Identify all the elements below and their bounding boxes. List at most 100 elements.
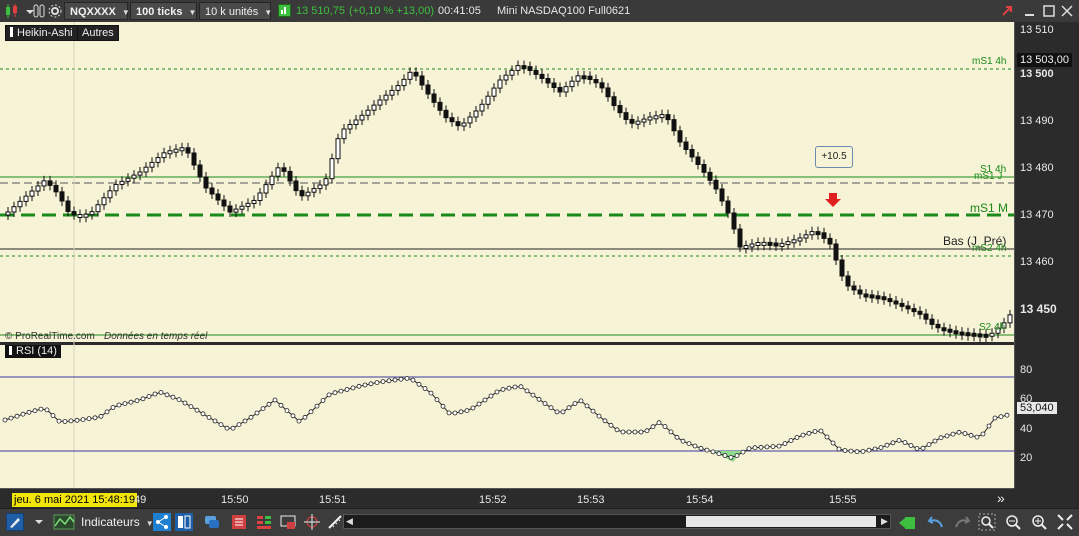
candle-down (887, 298, 893, 303)
price-tick: 13 450 (1020, 302, 1057, 316)
other-button[interactable]: Autres (77, 25, 119, 41)
candle-up (473, 110, 479, 118)
fit-icon[interactable] (1056, 513, 1074, 531)
horizontal-scrollbar[interactable]: ◀ ▶ (343, 514, 891, 529)
chart-area[interactable]: Heikin-Ashi Autres +10.5 mS1 4h S1 4h mS… (0, 22, 1014, 488)
rsi-point (818, 428, 824, 434)
rsi-point (866, 447, 872, 453)
scroll-right-icon[interactable]: ▶ (881, 516, 888, 527)
rsi-point (272, 397, 278, 403)
candlestick-icon[interactable] (4, 3, 20, 19)
minimize-icon[interactable] (1022, 3, 1038, 19)
chat-icon[interactable] (203, 513, 221, 531)
link-icon[interactable] (31, 3, 47, 19)
zoom-out-icon[interactable] (1004, 513, 1022, 531)
copyright-text: © ProRealTime.com (5, 331, 95, 342)
crosshair-icon[interactable] (303, 513, 321, 531)
scrollbar-thumb[interactable] (686, 516, 876, 527)
candle-down (977, 333, 983, 338)
indicators-button[interactable]: Indicateurs ▼ (76, 513, 154, 531)
order-book-icon[interactable] (255, 513, 273, 531)
rsi-point (518, 384, 524, 390)
rsi-point (464, 408, 470, 414)
symbol-selector[interactable]: NQXXXX ▼ (64, 2, 130, 20)
price-tick: 13 500 (1020, 68, 1054, 80)
rsi-point (218, 422, 224, 428)
candle-up (497, 79, 503, 89)
candle-down (929, 318, 935, 325)
time-axis[interactable]: jeu. 6 mai 2021 15:48:19 49 15:50 15:51 … (0, 488, 1014, 509)
rsi-point (314, 403, 320, 409)
rsi-point (722, 453, 728, 458)
maximize-icon[interactable] (1041, 3, 1057, 19)
rsi-point (662, 424, 668, 429)
candle-up (101, 197, 107, 206)
orders-icon[interactable] (230, 513, 248, 531)
bar-icon (10, 27, 13, 37)
rsi-tick: 20 (1020, 452, 1033, 464)
redo-icon[interactable] (953, 513, 971, 531)
candle-down (737, 228, 743, 248)
undo-icon[interactable] (927, 513, 945, 531)
candle-up (785, 241, 791, 246)
candle-up (317, 184, 323, 190)
candle-down (707, 171, 713, 181)
candle-down (689, 149, 695, 158)
back-to-present-icon[interactable] (898, 513, 916, 531)
indicators-icon[interactable] (53, 513, 77, 531)
ruler-icon[interactable] (326, 513, 344, 531)
candle-down (731, 212, 737, 230)
rsi-point (554, 409, 560, 415)
candle-up (311, 188, 317, 193)
pencil-icon[interactable] (6, 513, 24, 531)
chart-style-button[interactable]: Heikin-Ashi (5, 25, 78, 41)
rsi-indicator-button[interactable]: RSI (14) (5, 345, 61, 358)
period-selector[interactable]: 100 ticks ▼ (130, 2, 197, 20)
rsi-point (926, 442, 932, 448)
top-toolbar: NQXXXX ▼ 100 ticks ▼ 10 k unités ▼ 13 510,7… (0, 0, 1079, 23)
annotation-tooltip[interactable]: +10.5 (815, 146, 853, 168)
rsi-point (908, 443, 914, 448)
detach-icon[interactable] (1000, 3, 1016, 19)
rsi-indicator-label: RSI (14) (16, 345, 57, 357)
rsi-point (362, 382, 368, 388)
rsi-point (8, 415, 14, 421)
rsi-point (50, 413, 56, 418)
price-axis[interactable]: 13 510 13 503,00 13 500 13 490 13 480 13… (1014, 22, 1079, 488)
candle-down (281, 167, 287, 172)
close-icon[interactable] (1059, 3, 1075, 19)
candle-down (701, 164, 707, 173)
period-label: 100 ticks (136, 6, 183, 18)
candle-up (173, 148, 179, 153)
price-change: (+0,10 % +13,00) (349, 5, 435, 17)
price-chart[interactable] (0, 22, 1014, 488)
rsi-point (794, 435, 800, 440)
rsi-point (650, 424, 656, 430)
settings-icon[interactable] (47, 3, 63, 19)
zoom-area-icon[interactable] (978, 513, 996, 531)
candle-down (209, 187, 215, 195)
rsi-point (122, 401, 128, 407)
zoom-in-icon[interactable] (1030, 513, 1048, 531)
rsi-point (176, 397, 182, 403)
price-tick: 13 470 (1020, 209, 1054, 221)
scroll-right-icon[interactable]: » (997, 490, 1005, 506)
share-icon[interactable] (153, 513, 171, 531)
pane-separator[interactable] (0, 342, 1014, 345)
candle-up (29, 190, 35, 197)
screen-icon[interactable] (279, 513, 297, 531)
units-selector[interactable]: 10 k unités ▼ (199, 2, 272, 20)
rsi-point (950, 431, 956, 437)
time-label: 15:53 (577, 494, 605, 506)
rsi-point (230, 425, 236, 431)
rsi-point (398, 376, 404, 382)
layout-icon[interactable] (175, 513, 193, 531)
candle-down (629, 118, 635, 124)
scroll-left-icon[interactable]: ◀ (346, 516, 353, 527)
rsi-point (224, 425, 230, 431)
chevron-down-icon[interactable] (34, 513, 44, 531)
candle-down (935, 323, 941, 329)
scrollbar-track[interactable] (358, 516, 688, 527)
rsi-point (512, 384, 518, 390)
rsi-point (344, 387, 350, 392)
